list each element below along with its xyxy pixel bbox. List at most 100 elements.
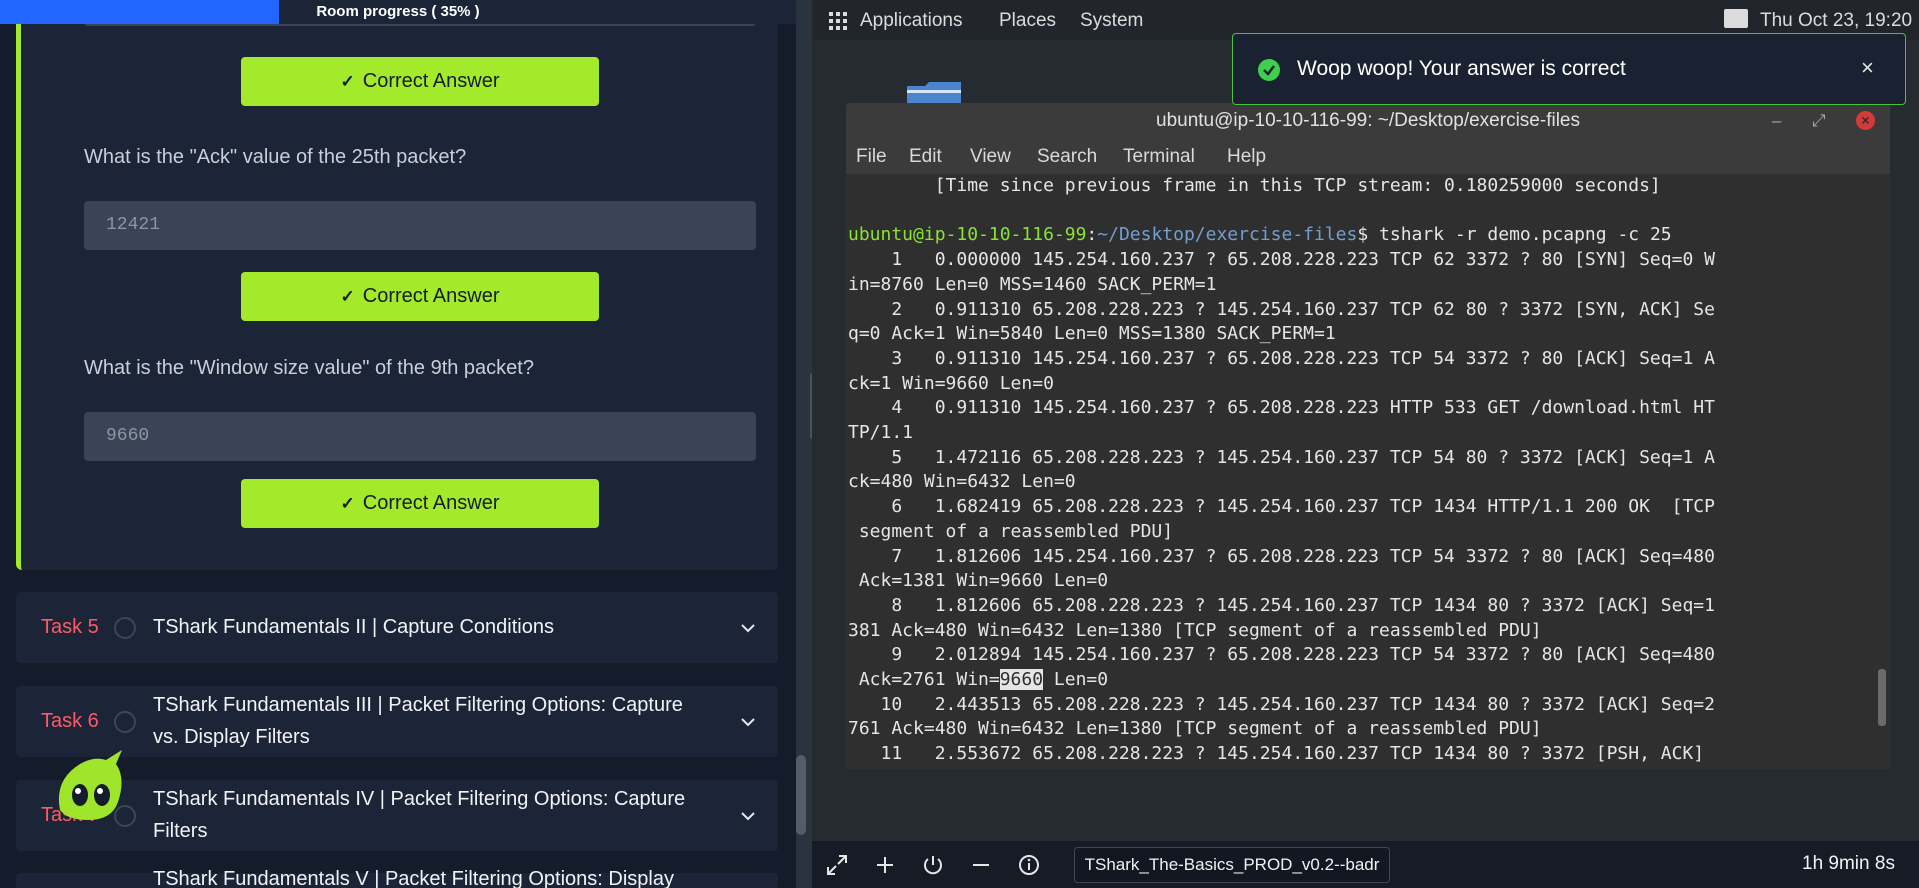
- chevron-down-icon: [741, 718, 755, 727]
- prompt-user: ubuntu@ip-10-10-116-99: [848, 224, 1087, 246]
- terminal-line: 381 Ack=480 Win=6432 Len=1380 [TCP segme…: [848, 619, 1542, 641]
- terminal-line: Ack=1381 Win=9660 Len=0: [848, 570, 1109, 592]
- terminal-scrollbar-thumb[interactable]: [1878, 669, 1886, 726]
- answer-field-ack[interactable]: 12421: [84, 201, 756, 250]
- terminal-title-bar[interactable]: ubuntu@ip-10-10-116-99: ~/Desktop/exerci…: [846, 103, 1890, 138]
- toast-close-icon[interactable]: ×: [1861, 55, 1874, 81]
- check-icon: ✓: [340, 71, 355, 91]
- menu-places[interactable]: Places: [999, 10, 1056, 32]
- terminal-line: 10 2.443513 65.208.228.223 ? 145.254.160…: [848, 693, 1715, 715]
- machine-name-button[interactable]: TShark_The-Basics_PROD_v0.2--badr: [1074, 847, 1390, 883]
- terminal-output[interactable]: [Time since previous frame in this TCP s…: [846, 174, 1890, 769]
- vm-bottom-bar: TShark_The-Basics_PROD_v0.2--badr 1h 9mi…: [812, 841, 1919, 888]
- terminal-window[interactable]: ubuntu@ip-10-10-116-99: ~/Desktop/exerci…: [846, 103, 1890, 769]
- mascot-icon: [58, 750, 122, 820]
- maximize-icon[interactable]: ⤢: [1812, 103, 1826, 138]
- minus-icon[interactable]: [969, 853, 993, 877]
- terminal-line: 7 1.812606 145.254.160.237 ? 65.208.228.…: [848, 545, 1715, 567]
- fullscreen-icon[interactable]: [825, 853, 849, 877]
- terminal-line: 8 1.812606 65.208.228.223 ? 145.254.160.…: [848, 594, 1715, 616]
- menu-system[interactable]: System: [1080, 10, 1143, 32]
- menu-terminal[interactable]: Terminal: [1123, 146, 1195, 168]
- line-text: Ack=2761 Win=: [848, 669, 1000, 691]
- terminal-line: 5 1.472116 65.208.228.223 ? 145.254.160.…: [848, 446, 1715, 468]
- highlighted-selection: 9660: [999, 669, 1044, 691]
- terminal-launcher-icon[interactable]: [1724, 9, 1748, 28]
- task-title: TShark Fundamentals III | Packet Filteri…: [153, 694, 683, 748]
- correct-answer-label: Correct Answer: [362, 492, 500, 514]
- terminal-lines-after: 10 2.443513 65.208.228.223 ? 145.254.160…: [848, 693, 1890, 767]
- session-timer: 1h 9min 8s: [1802, 853, 1895, 874]
- line-text: Len=0: [1043, 669, 1109, 691]
- menu-view[interactable]: View: [970, 146, 1011, 168]
- menu-file[interactable]: File: [856, 146, 887, 168]
- correct-answer-button-3[interactable]: ✓ Correct Answer: [241, 479, 599, 528]
- terminal-line-highlight: Ack=2761 Win=9660 Len=0: [848, 668, 1890, 693]
- terminal-prompt-line: ubuntu@ip-10-10-116-99:~/Desktop/exercis…: [848, 223, 1890, 248]
- task-row-5[interactable]: Task 5 TShark Fundamentals II | Capture …: [16, 592, 778, 663]
- terminal-line: [Time since previous frame in this TCP s…: [848, 175, 1661, 196]
- terminal-lines: 1 0.000000 145.254.160.237 ? 65.208.228.…: [848, 248, 1890, 668]
- terminal-line: 11 2.553672 65.208.228.223 ? 145.254.160…: [848, 743, 1705, 765]
- left-scrollbar-thumb[interactable]: [796, 755, 806, 835]
- plus-icon[interactable]: [873, 853, 897, 877]
- prompt-path: ~/Desktop/exercise-files: [1097, 224, 1358, 246]
- correct-answer-label: Correct Answer: [362, 285, 500, 307]
- terminal-line: ck=1 Win=9660 Len=0: [848, 372, 1054, 394]
- terminal-line: in=8760 Len=0 MSS=1460 SACK_PERM=1: [848, 273, 1217, 295]
- success-toast: Woop woop! Your answer is correct ×: [1232, 33, 1906, 105]
- menu-help[interactable]: Help: [1227, 146, 1266, 168]
- task-title: TShark Fundamentals II | Capture Conditi…: [153, 616, 554, 638]
- correct-answer-button-1[interactable]: ✓ Correct Answer: [241, 57, 599, 106]
- terminal-line: 9 2.012894 145.254.160.237 ? 65.208.228.…: [848, 644, 1715, 666]
- minimize-icon[interactable]: –: [1772, 103, 1781, 138]
- answer-field-window[interactable]: 9660: [84, 412, 756, 461]
- terminal-line: 1 0.000000 145.254.160.237 ? 65.208.228.…: [848, 249, 1715, 271]
- terminal-line: 4 0.911310 145.254.160.237 ? 65.208.228.…: [848, 397, 1715, 419]
- task-number: Task 5: [41, 616, 99, 638]
- terminal-line: segment of a reassembled PDU]: [848, 520, 1174, 542]
- terminal-line: 3 0.911310 145.254.160.237 ? 65.208.228.…: [848, 347, 1715, 369]
- check-icon: ✓: [340, 286, 355, 306]
- task-status-circle-icon: [114, 617, 136, 639]
- task-status-circle-icon: [114, 711, 136, 733]
- task-card: ✓ Correct Answer What is the "Ack" value…: [16, 0, 778, 570]
- prompt-separator: :: [1086, 224, 1098, 246]
- terminal-line: 2 0.911310 65.208.228.223 ? 145.254.160.…: [848, 298, 1715, 320]
- correct-answer-button-2[interactable]: ✓ Correct Answer: [241, 272, 599, 321]
- chevron-down-icon: [741, 624, 755, 633]
- clock[interactable]: Thu Oct 23, 19:20: [1760, 10, 1912, 32]
- chevron-down-icon: [741, 812, 755, 821]
- correct-answer-label: Correct Answer: [362, 70, 500, 92]
- menu-edit[interactable]: Edit: [909, 146, 942, 168]
- close-icon[interactable]: ×: [1856, 111, 1875, 130]
- check-icon: ✓: [340, 493, 355, 513]
- task-row-6[interactable]: Task 6 TShark Fundamentals III | Packet …: [16, 686, 778, 757]
- applications-grid-icon[interactable]: [829, 12, 847, 30]
- check-circle-icon: [1258, 59, 1280, 81]
- task-panel: ✓ Correct Answer What is the "Ack" value…: [0, 0, 796, 888]
- menu-search[interactable]: Search: [1037, 146, 1097, 168]
- terminal-line: 6 1.682419 65.208.228.223 ? 145.254.160.…: [848, 496, 1715, 518]
- toast-message: Woop woop! Your answer is correct: [1297, 57, 1626, 80]
- progress-label: Room progress ( 35% ): [316, 3, 480, 20]
- prompt-command: $ tshark -r demo.pcapng -c 25: [1357, 224, 1672, 246]
- task-title: TShark Fundamentals V | Packet Filtering…: [153, 868, 674, 888]
- task-row-8[interactable]: TShark Fundamentals V | Packet Filtering…: [16, 868, 778, 888]
- info-icon[interactable]: [1017, 853, 1041, 877]
- terminal-line: ck=480 Win=6432 Len=0: [848, 471, 1076, 493]
- terminal-title: ubuntu@ip-10-10-116-99: ~/Desktop/exerci…: [1156, 110, 1580, 131]
- terminal-menu-bar: File Edit View Search Terminal Help: [846, 138, 1890, 174]
- terminal-line: TP/1.1: [848, 422, 914, 444]
- menu-applications[interactable]: Applications: [860, 10, 962, 32]
- remote-desktop[interactable]: Applications Places System Thu Oct 23, 1…: [812, 0, 1919, 888]
- question-ack-25th: What is the "Ack" value of the 25th pack…: [84, 146, 467, 168]
- task-row-7[interactable]: Task 7 TShark Fundamentals IV | Packet F…: [16, 780, 778, 851]
- room-progress-bar: Room progress ( 35% ): [0, 0, 796, 24]
- task-title: TShark Fundamentals IV | Packet Filterin…: [153, 788, 686, 842]
- terminal-line: q=0 Ack=1 Win=5840 Len=0 MSS=1380 SACK_P…: [848, 323, 1336, 345]
- power-icon[interactable]: [921, 853, 945, 877]
- task-number: Task 6: [41, 710, 99, 732]
- terminal-line: 761 Ack=480 Win=6432 Len=1380 [TCP segme…: [848, 718, 1542, 740]
